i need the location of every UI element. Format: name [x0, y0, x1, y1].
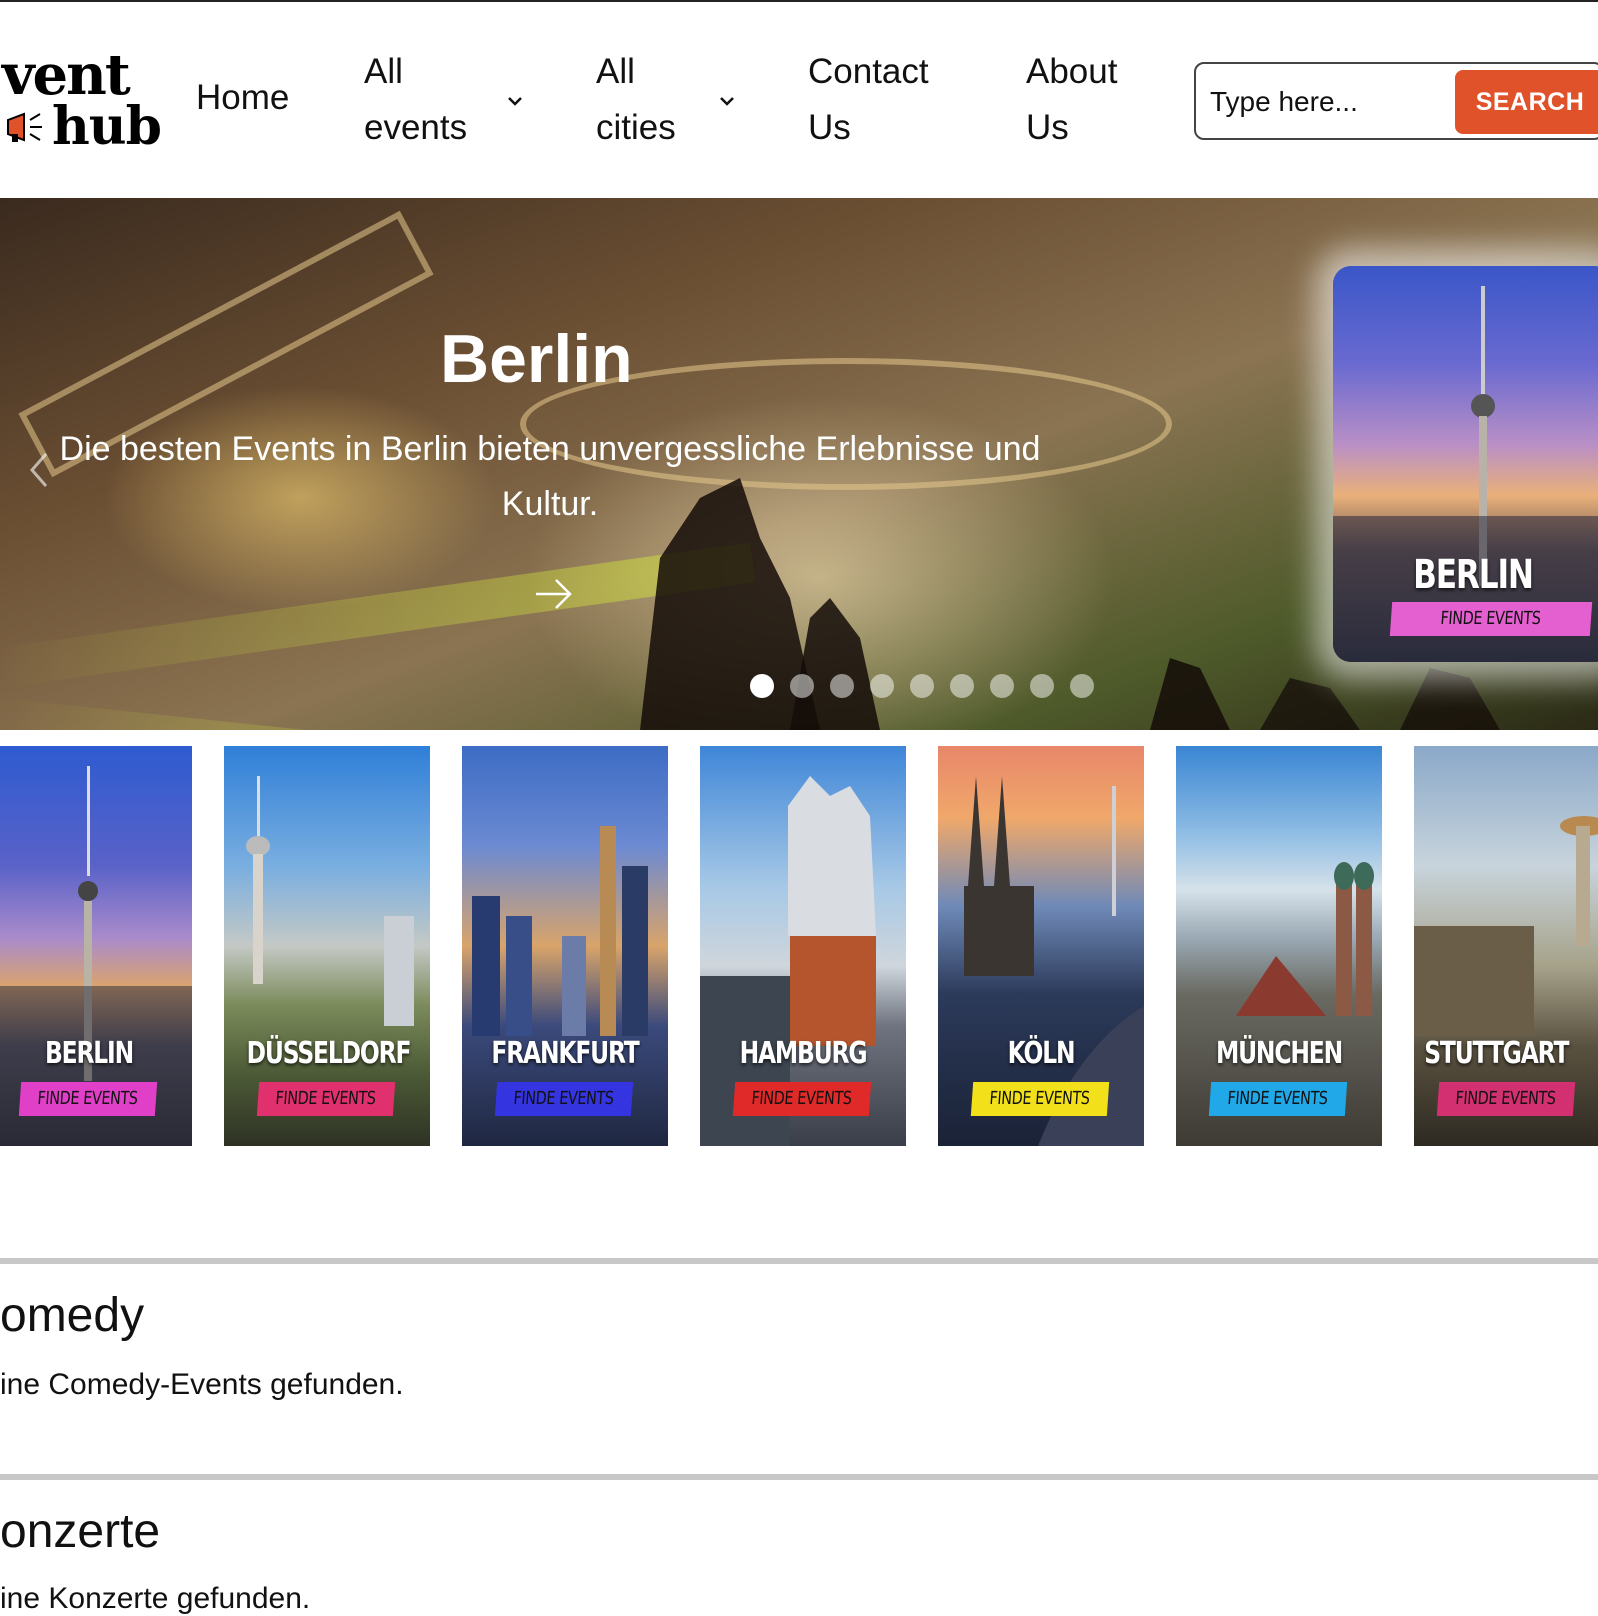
slider-dot[interactable] — [750, 674, 774, 698]
city-name: BERLIN — [44, 1036, 134, 1071]
city-name: DÜSSELDORF — [246, 1036, 412, 1071]
nav-contact-us[interactable]: Contact Us — [808, 44, 929, 156]
site-logo[interactable]: vent hub — [0, 42, 162, 157]
nav-all-cities-line1: All — [596, 52, 635, 91]
section-title-konzerte: onzerte — [0, 1505, 161, 1558]
section-title-comedy: omedy — [0, 1289, 145, 1342]
nav-all-cities[interactable]: All cities — [596, 44, 676, 156]
find-events-button[interactable]: FINDE EVENTS — [18, 1082, 158, 1116]
city-name: HAMBURG — [739, 1036, 868, 1071]
nav-about-us[interactable]: About Us — [1026, 44, 1117, 156]
city-name: STUTTGART — [1424, 1036, 1569, 1071]
nav-about-line1: About — [1026, 52, 1118, 91]
section-divider — [0, 1474, 1598, 1480]
slider-dot[interactable] — [910, 674, 934, 698]
city-card-berlin[interactable]: BERLIN FINDE EVENTS — [0, 746, 192, 1146]
city-name: KÖLN — [1007, 1036, 1076, 1071]
logo-word-bottom: hub — [52, 96, 162, 157]
section-divider — [0, 1258, 1598, 1264]
city-card-frankfurt[interactable]: FRANKFURT FINDE EVENTS — [462, 746, 668, 1146]
slider-dot[interactable] — [790, 674, 814, 698]
slider-dot[interactable] — [1070, 674, 1094, 698]
nav-contact-line1: Contact — [808, 52, 929, 91]
find-events-button[interactable]: FINDE EVENTS — [1436, 1082, 1576, 1116]
search-input[interactable] — [1208, 76, 1442, 128]
search-button[interactable]: SEARCH — [1455, 70, 1598, 134]
city-card-hamburg[interactable]: HAMBURG FINDE EVENTS — [700, 746, 906, 1146]
find-events-button[interactable]: FINDE EVENTS — [1208, 1082, 1348, 1116]
featured-find-events-button[interactable]: FINDE EVENTS — [1389, 602, 1593, 636]
city-card-muenchen[interactable]: MÜNCHEN FINDE EVENTS — [1176, 746, 1382, 1146]
slider-dot[interactable] — [1030, 674, 1054, 698]
city-name: MÜNCHEN — [1215, 1036, 1343, 1071]
section-empty-text-comedy: ine Comedy-Events gefunden. — [0, 1368, 404, 1401]
city-name: FRANKFURT — [491, 1036, 639, 1071]
nav-all-events[interactable]: All events — [364, 44, 467, 156]
city-card-duesseldorf[interactable]: DÜSSELDORF FINDE EVENTS — [224, 746, 430, 1146]
city-card-koeln[interactable]: KÖLN FINDE EVENTS — [938, 746, 1144, 1146]
find-events-button[interactable]: FINDE EVENTS — [970, 1082, 1110, 1116]
nav-home[interactable]: Home — [196, 70, 289, 126]
find-events-button[interactable]: FINDE EVENTS — [256, 1082, 396, 1116]
find-events-button[interactable]: FINDE EVENTS — [732, 1082, 872, 1116]
nav-all-events-line2: events — [364, 108, 468, 147]
hero-subtitle: Die besten Events in Berlin bieten unver… — [59, 430, 1041, 523]
chevron-left-icon[interactable] — [24, 448, 54, 492]
slider-dot[interactable] — [990, 674, 1014, 698]
section-empty-text-konzerte: ine Konzerte gefunden. — [0, 1582, 311, 1615]
slider-dot[interactable] — [950, 674, 974, 698]
nav-contact-line2: Us — [808, 108, 851, 147]
find-events-button[interactable]: FINDE EVENTS — [494, 1082, 634, 1116]
hero-title: Berlin — [440, 321, 633, 397]
slider-dot[interactable] — [870, 674, 894, 698]
featured-city-card[interactable]: BERLIN FINDE EVENTS — [1333, 266, 1598, 662]
site-header: vent hub Home All events All cities Cont… — [0, 2, 1598, 198]
slider-dot[interactable] — [830, 674, 854, 698]
nav-about-line2: Us — [1026, 108, 1069, 147]
chevron-down-icon[interactable] — [506, 94, 524, 108]
nav-all-cities-line2: cities — [596, 108, 676, 147]
chevron-down-icon[interactable] — [718, 94, 736, 108]
arrow-right-icon[interactable] — [532, 572, 576, 616]
megaphone-icon — [7, 112, 42, 142]
featured-city-name: BERLIN — [1413, 552, 1534, 598]
city-card-stuttgart[interactable]: STUTTGART FINDE EVENTS — [1414, 746, 1598, 1146]
nav-all-events-line1: All — [364, 52, 403, 91]
